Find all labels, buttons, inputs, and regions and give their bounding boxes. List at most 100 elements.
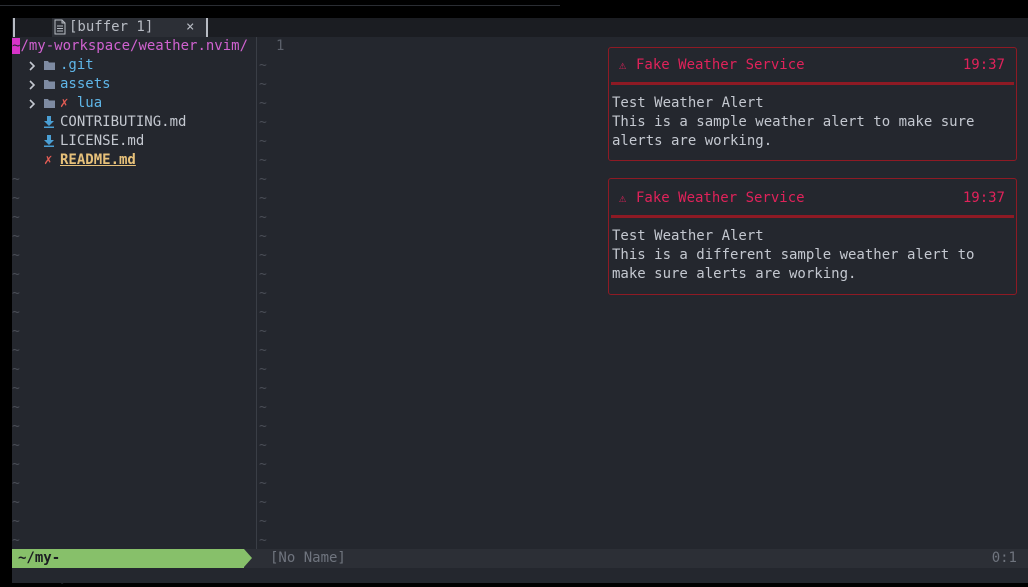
empty-line-tilde: ~ bbox=[259, 77, 267, 92]
notification-message: This is a different sample weather alert… bbox=[612, 247, 983, 282]
command-line[interactable] bbox=[12, 568, 1028, 583]
tree-item-license[interactable]: LICENSE.md bbox=[12, 132, 255, 151]
empty-line-tilde: ~ bbox=[12, 495, 20, 510]
empty-line-tilde: ~ bbox=[259, 457, 267, 472]
tab-buffer-1[interactable]: [buffer 1] × bbox=[52, 18, 208, 37]
empty-line-tilde: ~ bbox=[12, 533, 20, 548]
empty-line-tilde: ~ bbox=[12, 438, 20, 453]
empty-line-tilde: ~ bbox=[259, 248, 267, 263]
folder-icon bbox=[44, 99, 55, 108]
empty-line-tilde: ~ bbox=[12, 381, 20, 396]
notification-time: 19:37 bbox=[962, 190, 1005, 206]
empty-line-tilde: ~ bbox=[259, 286, 267, 301]
notification-title: Fake Weather Service bbox=[636, 190, 805, 206]
notification-divider bbox=[611, 215, 1014, 218]
tree-root[interactable]: ~/my-workspace/weather.nvim/ bbox=[12, 37, 248, 56]
tab-close-icon[interactable]: × bbox=[186, 18, 194, 37]
statusline-buffer-name: [No Name] bbox=[270, 550, 346, 566]
window-top-line bbox=[0, 0, 560, 6]
notification-heading: Test Weather Alert bbox=[612, 95, 764, 111]
tabline: [buffer 1] × bbox=[12, 18, 1028, 37]
terminal-window: [buffer 1] × ~/my-workspace/weather.nvim… bbox=[12, 18, 1028, 585]
empty-line-tilde: ~ bbox=[12, 476, 20, 491]
notification-title: Fake Weather Service bbox=[636, 57, 805, 73]
empty-line-tilde: ~ bbox=[12, 324, 20, 339]
empty-line-tilde: ~ bbox=[12, 267, 20, 282]
file-tree: ~/my-workspace/weather.nvim/ .git assets… bbox=[12, 37, 255, 549]
notification-body: Test Weather Alert This is a sample weat… bbox=[612, 94, 1012, 151]
empty-line-tilde: ~ bbox=[259, 495, 267, 510]
tree-item-readme[interactable]: ✗ README.md bbox=[12, 151, 255, 170]
empty-line-tilde: ~ bbox=[259, 362, 267, 377]
empty-line-tilde: ~ bbox=[12, 248, 20, 263]
empty-line-tilde: ~ bbox=[12, 229, 20, 244]
empty-line-tilde: ~ bbox=[259, 191, 267, 206]
statusline-cursor-position: 0:1 bbox=[991, 550, 1017, 566]
empty-line-tilde: ~ bbox=[12, 362, 20, 377]
empty-line-tilde: ~ bbox=[12, 400, 20, 415]
tabline-separator bbox=[206, 18, 208, 37]
empty-line-tilde: ~ bbox=[259, 381, 267, 396]
empty-line-tilde: ~ bbox=[259, 210, 267, 225]
tree-item-lua[interactable]: ✗ lua bbox=[12, 94, 255, 113]
empty-line-tilde: ~ bbox=[259, 343, 267, 358]
line-number: 1 bbox=[276, 38, 285, 54]
notification-time: 19:37 bbox=[962, 57, 1005, 73]
markdown-download-icon bbox=[44, 116, 54, 128]
empty-line-tilde: ~ bbox=[259, 533, 267, 548]
empty-line-tilde: ~ bbox=[12, 305, 20, 320]
git-modified-icon: ✗ bbox=[44, 152, 53, 168]
tab-label: [buffer 1] bbox=[69, 19, 154, 35]
empty-line-tilde: ~ bbox=[12, 419, 20, 434]
empty-line-tilde: ~ bbox=[259, 267, 267, 282]
tree-root-path: /my-workspace/weather.nvim/ bbox=[20, 38, 249, 54]
notification-1[interactable]: ⚠ Fake Weather Service 19:37 Test Weathe… bbox=[608, 47, 1017, 161]
empty-line-tilde: ~ bbox=[12, 191, 20, 206]
empty-line-tilde: ~ bbox=[259, 229, 267, 244]
statusline: ~/my-workspace/weather.nvim [No Name] 0:… bbox=[12, 549, 1028, 585]
window-split-divider[interactable] bbox=[256, 37, 257, 549]
empty-line-tilde: ~ bbox=[259, 438, 267, 453]
empty-line-tilde: ~ bbox=[12, 210, 20, 225]
tree-item-label-group: ✗ lua bbox=[60, 94, 102, 113]
chevron-right-icon bbox=[29, 99, 36, 109]
empty-line-tilde: ~ bbox=[259, 419, 267, 434]
folder-icon bbox=[44, 61, 55, 70]
folder-icon bbox=[44, 80, 55, 89]
tree-item-label: LICENSE.md bbox=[60, 133, 145, 149]
editor-empty-lines: ~ ~ ~ ~ ~ ~ ~ ~ ~ ~ ~ ~ ~ ~ ~ ~ ~ ~ ~ ~ ~ ~ ~ ~ ~ ~ bbox=[259, 56, 267, 550]
empty-line-tilde: ~ bbox=[259, 134, 267, 149]
chevron-right-icon bbox=[29, 80, 36, 90]
empty-line-tilde: ~ bbox=[259, 514, 267, 529]
empty-line-tilde: ~ bbox=[259, 324, 267, 339]
tree-item-assets[interactable]: assets bbox=[12, 75, 255, 94]
empty-line-tilde: ~ bbox=[259, 305, 267, 320]
empty-line-tilde: ~ bbox=[259, 476, 267, 491]
warning-icon: ⚠ bbox=[619, 58, 627, 72]
statusline-separator-arrow bbox=[244, 549, 252, 567]
chevron-right-icon bbox=[29, 61, 36, 71]
notification-header: ⚠ Fake Weather Service 19:37 bbox=[609, 56, 1016, 75]
notification-2[interactable]: ⚠ Fake Weather Service 19:37 Test Weathe… bbox=[608, 178, 1017, 295]
empty-line-tilde: ~ bbox=[259, 96, 267, 111]
empty-line-tilde: ~ bbox=[12, 343, 20, 358]
empty-line-tilde: ~ bbox=[259, 153, 267, 168]
tree-item-label: lua bbox=[76, 95, 103, 111]
tree-item-git[interactable]: .git bbox=[12, 56, 255, 75]
tree-item-label: .git bbox=[60, 57, 94, 73]
notification-header: ⚠ Fake Weather Service 19:37 bbox=[609, 189, 1016, 208]
empty-line-tilde: ~ bbox=[12, 286, 20, 301]
tree-empty-lines: ~ ~ ~ ~ ~ ~ ~ ~ ~ ~ ~ ~ ~ ~ ~ ~ ~ ~ ~ ~ bbox=[12, 170, 20, 550]
empty-line-tilde: ~ bbox=[259, 115, 267, 130]
empty-line-tilde: ~ bbox=[12, 514, 20, 529]
tree-item-label: README.md bbox=[60, 152, 136, 168]
tree-item-contributing[interactable]: CONTRIBUTING.md bbox=[12, 113, 255, 132]
tree-item-label: assets bbox=[60, 76, 111, 92]
notification-message: This is a sample weather alert to make s… bbox=[612, 114, 983, 149]
statusline-path: ~/my-workspace/weather.nvim bbox=[12, 549, 244, 585]
empty-line-tilde: ~ bbox=[12, 172, 20, 187]
notification-heading: Test Weather Alert bbox=[612, 228, 764, 244]
git-modified-icon: ✗ bbox=[60, 95, 69, 111]
tree-item-label: CONTRIBUTING.md bbox=[60, 114, 187, 130]
empty-line-tilde: ~ bbox=[259, 400, 267, 415]
